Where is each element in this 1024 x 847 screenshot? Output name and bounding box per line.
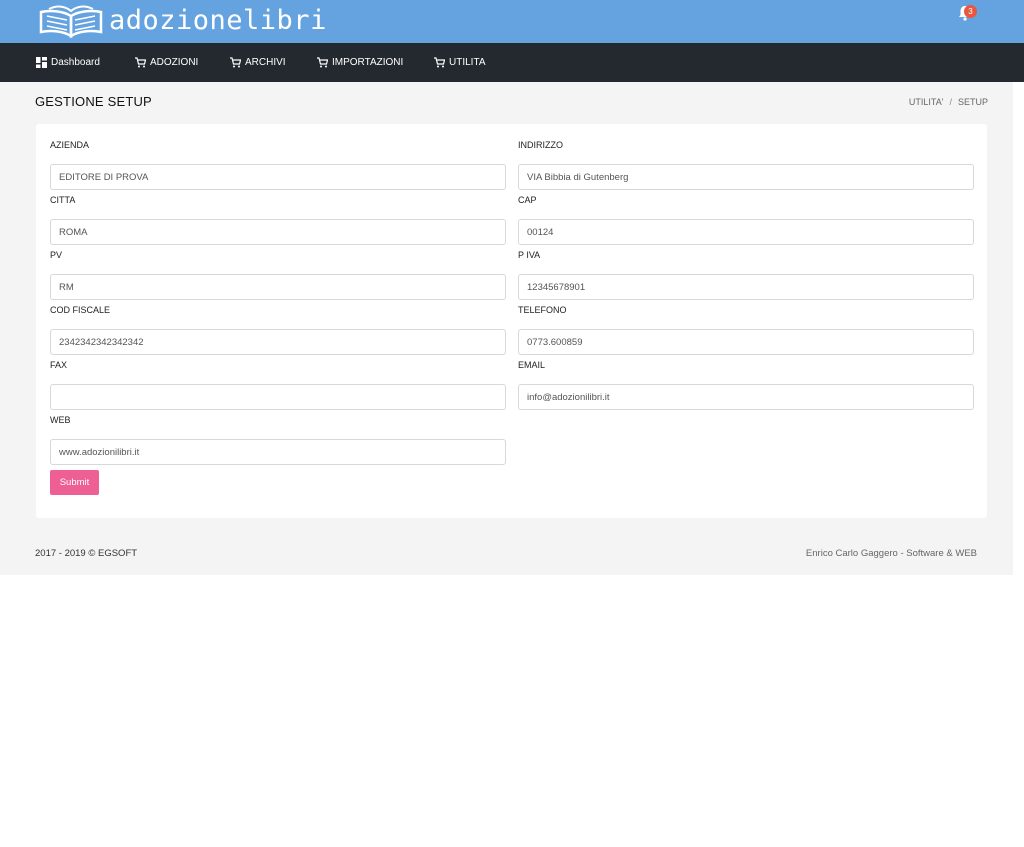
email-label: EMAIL bbox=[518, 360, 546, 370]
cart-icon bbox=[230, 57, 241, 68]
submit-button[interactable]: Submit bbox=[50, 470, 99, 495]
field-pv: PV bbox=[50, 249, 506, 300]
field-citta: CITTA bbox=[50, 194, 506, 245]
indirizzo-label: INDIRIZZO bbox=[518, 140, 563, 150]
cap-label: CAP bbox=[518, 195, 537, 205]
logo[interactable]: adozionelibri bbox=[39, 2, 327, 40]
nav-dashboard[interactable]: Dashboard bbox=[36, 43, 100, 82]
nav-adozioni[interactable]: ADOZIONI bbox=[135, 43, 198, 82]
field-email: EMAIL bbox=[518, 359, 974, 410]
setup-form: AZIENDA INDIRIZZO CITTA CAP PV P IVA COD… bbox=[36, 124, 987, 518]
breadcrumb-setup: SETUP bbox=[957, 97, 988, 107]
nav-label: IMPORTAZIONI bbox=[332, 57, 404, 68]
pv-input[interactable] bbox=[50, 274, 506, 300]
breadcrumb: UTILITA' / SETUP bbox=[909, 97, 988, 107]
page-title: GESTIONE SETUP bbox=[35, 94, 152, 109]
cart-icon bbox=[317, 57, 328, 68]
topbar: adozionelibri 3 bbox=[0, 0, 1024, 43]
footer-copyright: 2017 - 2019 © EGSOFT bbox=[35, 548, 138, 559]
dashboard-icon bbox=[36, 57, 47, 68]
piva-input[interactable] bbox=[518, 274, 974, 300]
web-input[interactable] bbox=[50, 439, 506, 465]
indirizzo-input[interactable] bbox=[518, 164, 974, 190]
footer-credits: Enrico Carlo Gaggero - Software & WEB bbox=[805, 548, 977, 559]
notification-badge: 3 bbox=[964, 5, 977, 18]
nav-importazioni[interactable]: IMPORTAZIONI bbox=[317, 43, 403, 82]
cap-input[interactable] bbox=[518, 219, 974, 245]
open-book-icon bbox=[39, 5, 103, 39]
citta-label: CITTA bbox=[50, 195, 76, 205]
telefono-input[interactable] bbox=[518, 329, 974, 355]
field-cod-fiscale: COD FISCALE bbox=[50, 304, 506, 355]
azienda-label: AZIENDA bbox=[50, 140, 90, 150]
field-piva: P IVA bbox=[518, 249, 974, 300]
telefono-label: TELEFONO bbox=[518, 305, 567, 315]
field-cap: CAP bbox=[518, 194, 974, 245]
content-area: GESTIONE SETUP UTILITA' / SETUP AZIENDA … bbox=[0, 82, 1013, 575]
breadcrumb-utilita[interactable]: UTILITA' bbox=[909, 97, 944, 107]
nav-label: UTILITA bbox=[449, 57, 486, 68]
cart-icon bbox=[135, 57, 146, 68]
field-azienda: AZIENDA bbox=[50, 139, 506, 190]
field-web: WEB bbox=[50, 414, 506, 465]
azienda-input[interactable] bbox=[50, 164, 506, 190]
cod-fiscale-label: COD FISCALE bbox=[50, 305, 111, 315]
fax-input[interactable] bbox=[50, 384, 506, 410]
notifications-button[interactable]: 3 bbox=[957, 3, 981, 25]
email-input[interactable] bbox=[518, 384, 974, 410]
cart-icon bbox=[434, 57, 445, 68]
web-label: WEB bbox=[50, 415, 71, 425]
pv-label: PV bbox=[50, 250, 63, 260]
main-nav: Dashboard ADOZIONI ARCHIVI IMPORTAZIONI … bbox=[0, 43, 1024, 82]
nav-archivi[interactable]: ARCHIVI bbox=[230, 43, 286, 82]
breadcrumb-separator: / bbox=[949, 97, 952, 107]
nav-utilita[interactable]: UTILITA bbox=[434, 43, 485, 82]
field-fax: FAX bbox=[50, 359, 506, 410]
piva-label: P IVA bbox=[518, 250, 541, 260]
nav-label: ADOZIONI bbox=[150, 57, 199, 68]
field-indirizzo: INDIRIZZO bbox=[518, 139, 974, 190]
cod-fiscale-input[interactable] bbox=[50, 329, 506, 355]
field-telefono: TELEFONO bbox=[518, 304, 974, 355]
citta-input[interactable] bbox=[50, 219, 506, 245]
nav-label: Dashboard bbox=[51, 57, 100, 68]
brand-name: adozionelibri bbox=[109, 5, 327, 36]
nav-label: ARCHIVI bbox=[245, 57, 286, 68]
fax-label: FAX bbox=[50, 360, 68, 370]
